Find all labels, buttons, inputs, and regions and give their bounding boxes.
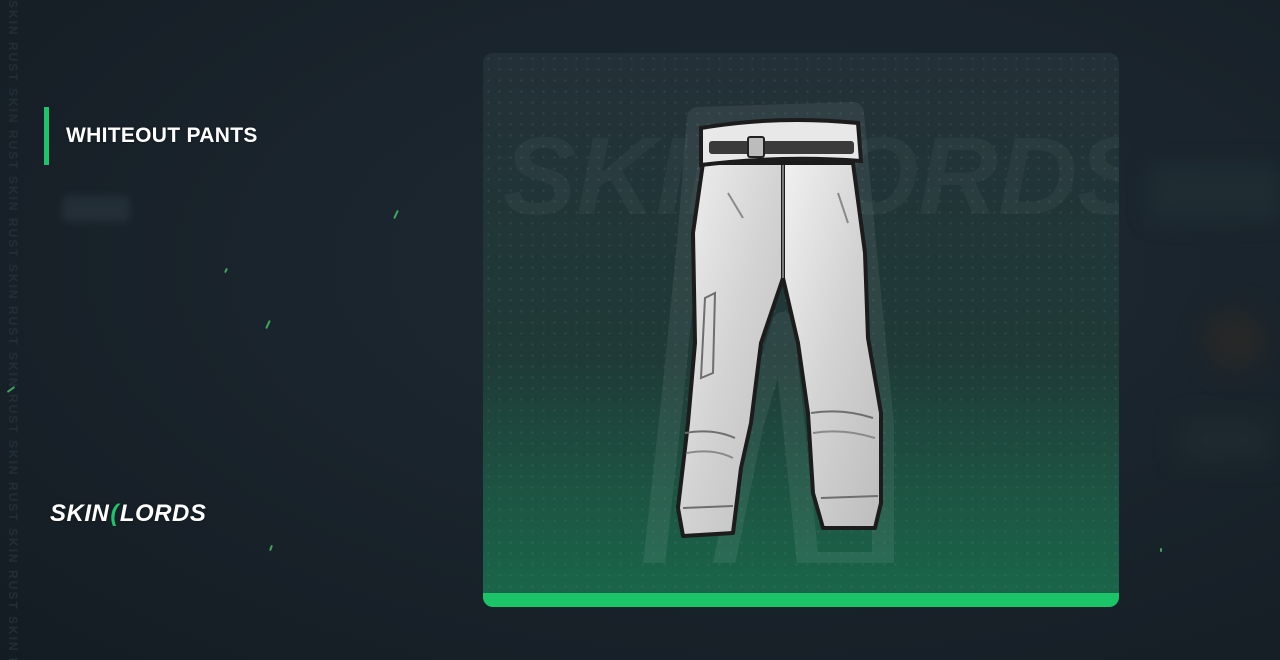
background-blur	[1205, 310, 1265, 370]
spark	[1160, 548, 1162, 552]
item-title: WHITEOUT PANTS	[66, 124, 258, 147]
pants-icon	[643, 102, 894, 563]
side-watermark: SKIN RUST SKIN RUST SKIN RUST SKIN RUST …	[6, 0, 20, 660]
logo-slash-icon: (	[110, 500, 119, 527]
rarity-bar	[483, 593, 1119, 607]
background-blur	[1180, 420, 1270, 460]
spark	[269, 544, 273, 552]
spark	[393, 209, 399, 220]
logo-text-lords: LORDS	[119, 500, 207, 527]
item-title-block: WHITEOUT PANTS	[44, 107, 258, 165]
item-card: SKINLORDS	[483, 53, 1119, 607]
background-blur	[1150, 165, 1280, 220]
title-accent-bar	[44, 107, 49, 165]
logo-text-skin: SKIN	[50, 500, 110, 527]
skinlords-logo: SKIN(LORDS	[50, 500, 206, 528]
spark	[265, 319, 271, 330]
blurred-tag	[62, 196, 130, 222]
spark	[224, 267, 228, 274]
